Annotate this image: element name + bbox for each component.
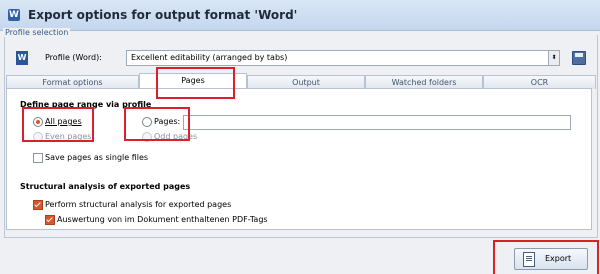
highlight-pages-option bbox=[124, 107, 190, 141]
profile-selected-value: Excellent editability (arranged by tabs) bbox=[131, 53, 288, 62]
tab-ocr[interactable]: OCR bbox=[483, 75, 596, 89]
word-icon: W bbox=[16, 51, 28, 65]
export-options-window: W Export options for output format 'Word… bbox=[0, 0, 600, 274]
highlight-export-button bbox=[493, 240, 599, 274]
highlight-all-pages bbox=[22, 107, 94, 142]
structural-heading: Structural analysis of exported pages bbox=[20, 182, 191, 191]
pdf-tags-label[interactable]: Auswertung von im Dokument enthaltenen P… bbox=[57, 215, 268, 224]
tab-bar: Format options Pages Output Watched fold… bbox=[6, 73, 596, 90]
profile-group-label: Profile selection bbox=[3, 28, 71, 37]
tab-format-options[interactable]: Format options bbox=[6, 75, 139, 89]
save-profile-icon[interactable] bbox=[572, 51, 586, 65]
save-single-files-checkbox[interactable] bbox=[33, 153, 43, 163]
tab-watched-folders[interactable]: Watched folders bbox=[365, 75, 483, 89]
tab-output[interactable]: Output bbox=[247, 75, 365, 89]
app-icon: W bbox=[8, 9, 20, 21]
structural-analysis-label[interactable]: Perform structural analysis for exported… bbox=[45, 200, 231, 209]
profile-label: Profile (Word): bbox=[45, 53, 102, 62]
save-single-files-label[interactable]: Save pages as single files bbox=[45, 153, 148, 162]
window-title: Export options for output format 'Word' bbox=[28, 8, 298, 22]
title-bar: W Export options for output format 'Word… bbox=[0, 0, 600, 31]
pdf-tags-checkbox[interactable] bbox=[45, 215, 55, 225]
profile-dropdown[interactable]: Excellent editability (arranged by tabs)… bbox=[126, 50, 560, 66]
pages-input[interactable] bbox=[183, 115, 571, 130]
dropdown-arrow-icon[interactable]: ⬍ bbox=[548, 51, 559, 65]
highlight-pages-tab bbox=[156, 67, 235, 99]
structural-analysis-checkbox[interactable] bbox=[33, 200, 43, 210]
